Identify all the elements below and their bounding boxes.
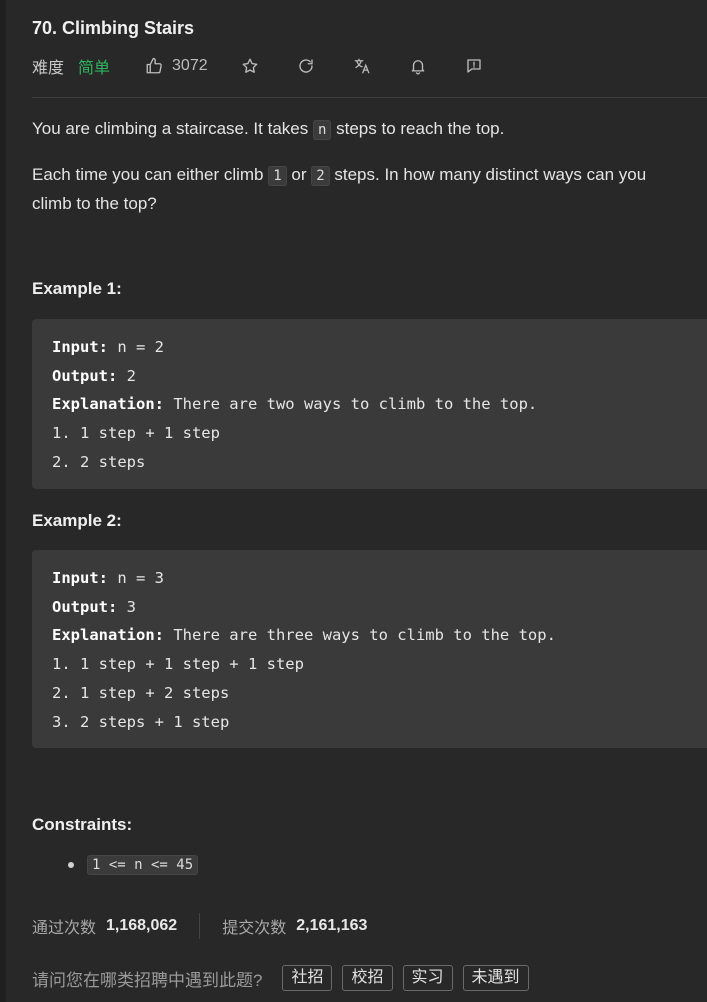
description-paragraph-1: You are climbing a staircase. It takes n…: [32, 115, 682, 144]
output-label: Output:: [52, 597, 118, 616]
explanation-line: 1. 1 step + 1 step + 1 step: [52, 655, 304, 674]
translate-icon[interactable]: [352, 56, 372, 76]
explanation-line: 2. 1 step + 2 steps: [52, 683, 230, 702]
description-text: steps to reach the top.: [331, 119, 505, 138]
description-text: You are climbing a staircase. It takes: [32, 119, 313, 138]
difficulty-label: 难度: [32, 60, 65, 77]
difficulty-badge: 简单: [78, 60, 111, 77]
like-button[interactable]: 3072: [144, 56, 208, 76]
interview-survey: 请问您在哪类招聘中遇到此题? 社招 校招 实习 未遇到: [32, 964, 539, 992]
survey-option-social-hire[interactable]: 社招: [282, 965, 333, 991]
explanation-text: There are two ways to climb to the top.: [163, 395, 538, 414]
thumb-up-icon: [144, 56, 164, 76]
problem-title: 70. Climbing Stairs: [32, 18, 195, 38]
feedback-icon[interactable]: [464, 56, 484, 76]
accepted-label: 通过次数: [32, 920, 97, 937]
left-edge-bar: [0, 0, 6, 1002]
input-value: n = 3: [108, 569, 164, 587]
survey-option-campus-hire[interactable]: 校招: [342, 965, 393, 991]
accepted-count: 1,168,062: [106, 917, 178, 934]
input-value: n = 2: [108, 338, 164, 356]
explanation-line: 1. 1 step + 1 step: [52, 424, 220, 443]
like-count: 3072: [172, 57, 208, 74]
example-2-code-block: Input: n = 3 Output: 3 Explanation: Ther…: [32, 550, 707, 748]
output-value: 3: [117, 597, 136, 616]
output-value: 2: [117, 366, 136, 385]
description-paragraph-2: Each time you can either climb 1 or 2 st…: [32, 161, 682, 217]
survey-option-internship[interactable]: 实习: [402, 965, 453, 991]
example-2-heading: Example 2:: [32, 511, 122, 530]
stats-divider: [199, 913, 201, 939]
header-divider: [32, 97, 707, 98]
star-icon[interactable]: [240, 56, 260, 76]
constraint-item: 1 <= n <= 45: [87, 855, 199, 875]
refresh-icon[interactable]: [296, 56, 316, 76]
description-text: or: [286, 165, 312, 184]
survey-question: 请问您在哪类招聘中遇到此题?: [32, 970, 263, 990]
input-label: Input:: [52, 338, 108, 356]
inline-code: 2: [311, 166, 330, 186]
submissions-label: 提交次数: [222, 920, 287, 937]
constraints-heading: Constraints:: [32, 815, 133, 834]
submissions-count: 2,161,163: [296, 917, 368, 934]
inline-code: 1: [268, 166, 287, 186]
explanation-label: Explanation:: [52, 626, 164, 645]
explanation-text: There are three ways to climb to the top…: [163, 626, 556, 645]
description-text: Each time you can either climb: [32, 165, 269, 184]
explanation-line: 2. 2 steps: [52, 452, 146, 471]
explanation-label: Explanation:: [52, 395, 164, 414]
inline-code: n: [312, 120, 332, 140]
input-label: Input:: [52, 569, 108, 587]
example-1-code-block: Input: n = 2 Output: 2 Explanation: Ther…: [32, 319, 707, 489]
example-1-heading: Example 1:: [32, 279, 122, 298]
survey-option-not-met[interactable]: 未遇到: [462, 965, 529, 991]
bullet-dot: [68, 862, 74, 868]
explanation-line: 3. 2 steps + 1 step: [52, 712, 230, 731]
problem-meta-bar: 难度 简单 3072: [32, 54, 552, 78]
submission-stats: 通过次数 1,168,062 提交次数 2,161,163: [32, 913, 368, 939]
output-label: Output:: [52, 366, 118, 385]
bell-icon[interactable]: [408, 56, 428, 76]
